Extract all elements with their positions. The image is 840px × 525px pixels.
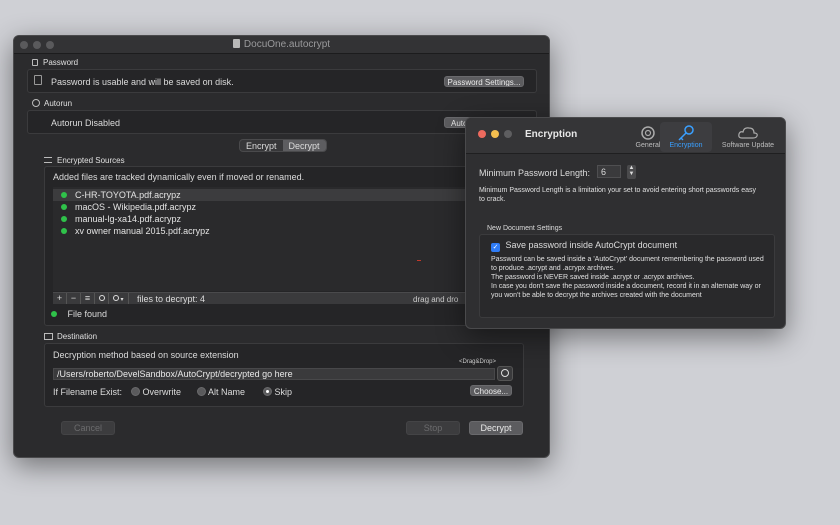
add-button[interactable]: + <box>53 293 67 304</box>
settings-dropdown-button[interactable]: ▾ <box>109 293 129 304</box>
close-button[interactable] <box>478 130 486 138</box>
decryption-method: Decryption method based on source extens… <box>53 350 239 360</box>
stop-button[interactable]: Stop <box>406 421 460 435</box>
status-dot <box>61 204 67 210</box>
search-icon <box>501 369 509 377</box>
password-settings-button[interactable]: Password Settings... <box>444 76 524 87</box>
key-icon <box>678 125 694 141</box>
preferences-window: Encryption General Encryption Software U… <box>465 117 786 329</box>
main-titlebar: DocuOne.autocrypt <box>14 36 549 54</box>
found-status: File found <box>51 309 107 319</box>
drag-drop-label: <Drag&Drop> <box>459 359 497 365</box>
status-dot <box>61 228 67 234</box>
list-item[interactable]: macOS - Wikipedia.pdf.acrypz <box>53 201 493 213</box>
list-item[interactable]: xv owner manual 2015.pdf.acrypz <box>53 225 493 237</box>
overwrite-radio[interactable]: Overwrite <box>131 387 181 397</box>
folder-icon <box>44 333 53 340</box>
gear-icon <box>641 126 655 140</box>
list-item[interactable]: C-HR-TOYOTA.pdf.acrypz <box>53 189 493 201</box>
prefs-title: Encryption <box>525 129 578 140</box>
autorun-status: Autorun Disabled <box>51 118 121 128</box>
password-section-label: Password <box>32 58 78 67</box>
status-dot <box>61 216 67 222</box>
new-doc-settings-panel: ✓ Save password inside AutoCrypt documen… <box>479 234 775 318</box>
file-icon <box>34 75 42 85</box>
choose-button[interactable]: Choose... <box>470 385 512 396</box>
list-options-button[interactable]: ≡ <box>81 293 95 304</box>
minimize-button[interactable] <box>491 130 499 138</box>
drag-hint: drag and dro <box>413 295 459 304</box>
cursor-marker <box>417 260 421 261</box>
window-title: DocuOne.autocrypt <box>14 39 549 50</box>
tab-decrypt[interactable]: Decrypt <box>282 140 326 151</box>
radio-circle <box>263 387 272 396</box>
new-doc-settings-label: New Document Settings <box>487 225 563 232</box>
status-dot <box>61 192 67 198</box>
sources-section-label: Encrypted Sources <box>44 156 125 165</box>
chevron-down-icon[interactable]: ▼ <box>627 171 636 177</box>
tab-encryption[interactable]: Encryption <box>660 122 712 152</box>
gear-icon <box>32 99 40 107</box>
min-length-note: Minimum Password Length is a limitation … <box>479 187 757 203</box>
decrypt-button[interactable]: Decrypt <box>469 421 523 435</box>
sources-panel: Added files are tracked dynamically even… <box>44 166 524 326</box>
prefs-toolbar: Encryption General Encryption Software U… <box>466 118 785 154</box>
list-icon <box>44 157 52 163</box>
remove-button[interactable]: − <box>67 293 81 304</box>
autorun-section-label: Autorun <box>32 99 72 108</box>
search-icon <box>98 295 105 301</box>
radio-circle <box>131 387 140 396</box>
min-length-label: Minimum Password Length: <box>479 168 591 178</box>
document-icon <box>232 39 240 48</box>
destination-panel: Decryption method based on source extens… <box>44 343 524 407</box>
radio-circle <box>197 387 206 396</box>
password-panel: Password is usable and will be saved on … <box>27 69 537 93</box>
lock-icon <box>32 59 38 66</box>
tab-software-update[interactable]: Software Update <box>716 122 780 152</box>
if-exists-label: If Filename Exist: <box>53 387 123 397</box>
sources-list[interactable]: C-HR-TOYOTA.pdf.acrypz macOS - Wikipedia… <box>53 187 493 291</box>
sources-toolbar: + − ≡ ▾ files to decrypt: 4 drag and dro <box>53 292 493 304</box>
destination-path-field[interactable]: /Users/roberto/DevelSandbox/AutoCrypt/de… <box>53 368 495 380</box>
min-length-stepper[interactable]: ▲ ▼ <box>627 165 636 179</box>
alt-name-radio[interactable]: Alt Name <box>197 387 245 397</box>
skip-radio[interactable]: Skip <box>263 387 292 397</box>
chevron-down-icon: ▾ <box>120 297 124 303</box>
search-button[interactable] <box>95 293 109 304</box>
mode-segmented-control[interactable]: Encrypt Decrypt <box>239 139 327 152</box>
status-dot <box>51 311 57 317</box>
list-item[interactable]: manual-lg-xa14.pdf.acrypz <box>53 213 493 225</box>
prefs-window-controls <box>478 130 512 138</box>
tab-encrypt[interactable]: Encrypt <box>240 140 283 151</box>
min-length-field[interactable]: 6 <box>597 165 621 178</box>
cloud-icon <box>738 127 758 139</box>
save-password-checkbox[interactable]: ✓ Save password inside AutoCrypt documen… <box>491 240 677 252</box>
save-password-note: Password can be saved inside a 'AutoCryp… <box>491 256 764 299</box>
password-status: Password is usable and will be saved on … <box>51 77 234 87</box>
destination-section-label: Destination <box>44 332 97 341</box>
files-count: files to decrypt: 4 <box>137 294 206 304</box>
cancel-button[interactable]: Cancel <box>61 421 115 435</box>
checkmark-icon: ✓ <box>491 243 500 252</box>
browse-button[interactable] <box>497 366 513 381</box>
autorun-panel: Autorun Disabled Autor <box>27 110 537 134</box>
zoom-button[interactable] <box>504 130 512 138</box>
sources-hint: Added files are tracked dynamically even… <box>53 172 305 182</box>
gear-icon <box>113 295 120 301</box>
